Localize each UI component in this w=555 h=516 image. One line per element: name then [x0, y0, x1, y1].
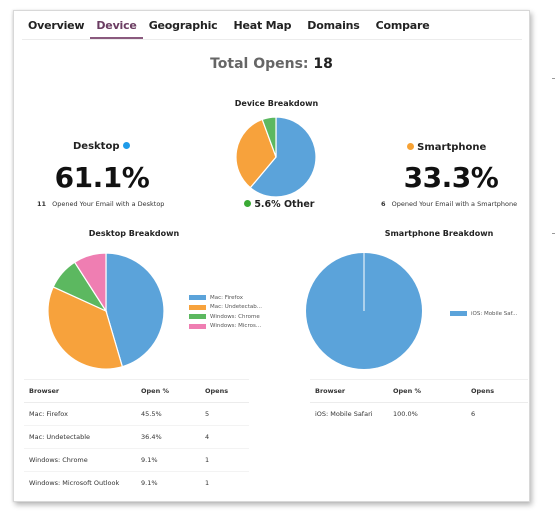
desktop-breakdown-legend: Mac: Firefox Mac: Undetectab... Windows: C… [189, 293, 262, 331]
tab-heat-map[interactable]: Heat Map [223, 15, 301, 39]
legend-item[interactable]: Windows: Micros... [189, 322, 262, 332]
smartphone-description-text: Opened Your Email with a Smartphone [391, 200, 518, 208]
cell-browser: Windows: Microsoft Outlook [29, 479, 120, 487]
smartphone-breakdown-title: Smartphone Breakdown [384, 229, 494, 238]
legend-swatch [450, 311, 467, 317]
desktop-description: 11 Opened Your Email with a Desktop [37, 200, 164, 208]
desktop-browser-table: Browser Open % Opens Mac: Firefox 45.5% 5 M… [24, 379, 249, 494]
legend-item[interactable]: iOS: Mobile Saf... [450, 309, 517, 319]
smartphone-label-text: Smartphone [417, 142, 487, 153]
device-breakdown-pie [235, 116, 317, 198]
table-row: Windows: Chrome 9.1% 1 [24, 448, 249, 472]
table-row: Mac: Undetectable 36.4% 4 [24, 425, 249, 449]
cell-browser: Mac: Undetectable [24, 425, 140, 449]
smartphone-breakdown-pie [306, 253, 422, 369]
legend-swatch [189, 314, 206, 320]
table-header-row: Browser Open % Opens [24, 379, 249, 403]
legend-item[interactable]: Mac: Undetectab... [189, 303, 262, 313]
legend-swatch [189, 323, 206, 329]
desktop-label-text: Desktop [73, 141, 120, 152]
legend-swatch [189, 295, 206, 301]
total-opens-label: Total Opens: [210, 56, 309, 72]
tab-device[interactable]: Device [90, 15, 143, 39]
tab-compare[interactable]: Compare [370, 15, 436, 39]
legend-item[interactable]: Mac: Firefox [189, 293, 262, 303]
desktop-count: 11 [37, 200, 47, 208]
other-share-text: 5.6% Other [254, 199, 315, 210]
column-header-opens: Opens [470, 379, 528, 403]
table-row: Mac: Firefox 45.5% 5 [24, 402, 249, 426]
legend-label: iOS: Mobile Saf... [471, 310, 518, 317]
cell-open-percent: 100.0% [393, 410, 418, 418]
cell-opens: 1 [205, 479, 210, 487]
cell-open-percent: 36.4% [140, 425, 204, 449]
tab-overview[interactable]: Overview [22, 15, 90, 39]
column-header-open-percent: Open % [140, 379, 204, 403]
cell-open-percent: 9.1% [140, 448, 204, 472]
desktop-breakdown-pie [47, 252, 165, 370]
cell-browser: Windows: Chrome [24, 448, 140, 472]
smartphone-description: 6 Opened Your Email with a Smartphone [381, 200, 517, 208]
desktop-label: Desktop [54, 141, 149, 152]
legend-label: Windows: Chrome [210, 313, 260, 320]
cell-opens: 5 [204, 402, 249, 426]
legend-label: Mac: Undetectab... [210, 304, 262, 311]
desktop-description-text: Opened Your Email with a Desktop [52, 200, 165, 208]
cell-open-percent: 45.5% [140, 402, 204, 426]
column-header-browser: Browser [310, 379, 392, 403]
desktop-percent: 61.1% [54, 161, 150, 194]
cell-open-percent: 9.1% [141, 479, 158, 487]
report-tabs: Overview Device Geographic Heat Map Doma… [22, 15, 522, 40]
smartphone-label: Smartphone [399, 142, 494, 153]
table-row: Windows: Microsoft Outlook 9.1% 1 [24, 472, 249, 495]
legend-label: Mac: Firefox [210, 294, 243, 301]
legend-item[interactable]: Windows: Chrome [189, 312, 262, 322]
cell-opens: 4 [204, 425, 249, 449]
total-opens: Total Opens: 18 [14, 56, 529, 72]
smartphone-breakdown-legend: iOS: Mobile Saf... [450, 309, 517, 319]
other-share: 5.6% Other [244, 199, 314, 210]
cell-browser: iOS: Mobile Safari [315, 410, 373, 418]
desktop-dot-icon [122, 142, 130, 149]
smartphone-browser-table: Browser Open % Opens iOS: Mobile Safari 1… [310, 379, 528, 425]
device-report-panel: Overview Device Geographic Heat Map Doma… [13, 10, 530, 502]
column-header-browser: Browser [24, 379, 140, 403]
legend-swatch [189, 304, 206, 310]
column-header-open-percent: Open % [392, 379, 470, 403]
tab-geographic[interactable]: Geographic [143, 15, 224, 39]
total-opens-value: 18 [313, 56, 333, 72]
smartphone-count: 6 [381, 200, 386, 208]
other-dot-icon [244, 200, 251, 207]
column-header-opens: Opens [204, 379, 249, 403]
smartphone-dot-icon [406, 143, 414, 150]
tab-domains[interactable]: Domains [301, 15, 369, 39]
legend-label: Windows: Micros... [210, 323, 262, 330]
desktop-breakdown-title: Desktop Breakdown [88, 229, 180, 238]
smartphone-percent: 33.3% [403, 161, 499, 194]
cell-opens: 1 [204, 448, 249, 472]
device-breakdown-title: Device Breakdown [234, 99, 319, 108]
table-row: iOS: Mobile Safari 100.0% 6 [310, 403, 528, 426]
table-header-row: Browser Open % Opens [310, 379, 528, 403]
cell-browser: Mac: Firefox [24, 402, 140, 426]
cell-opens: 6 [471, 410, 476, 418]
